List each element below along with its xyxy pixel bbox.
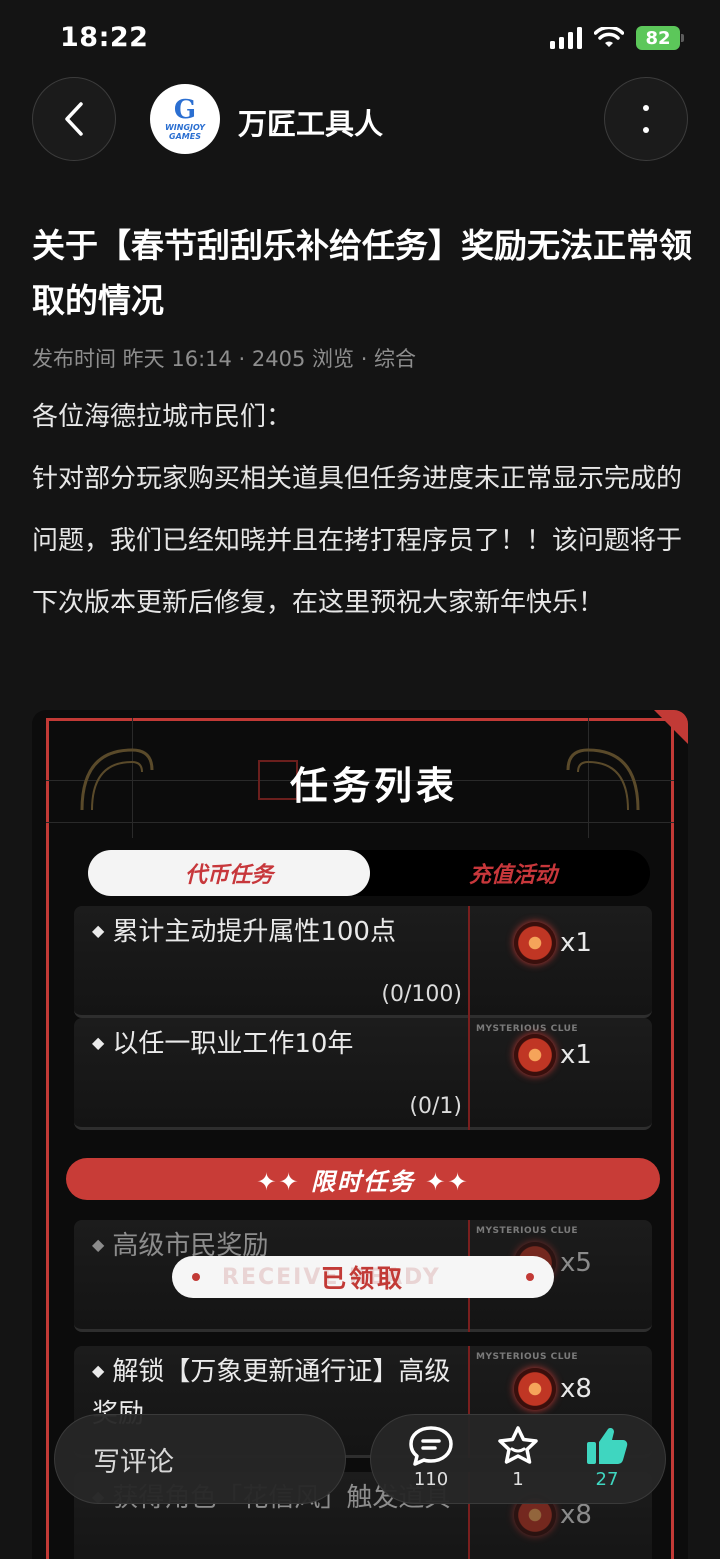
claimed-badge: RECEIVE READY 已领取 bbox=[172, 1256, 554, 1298]
reward-count: x5 bbox=[560, 1248, 592, 1278]
reward-count: x8 bbox=[560, 1374, 592, 1404]
article-body: 各位海德拉城市民们： 针对部分玩家购买相关道具但任务进度未正常显示完成的问题，我… bbox=[32, 386, 692, 634]
task-list-title: 任务列表 bbox=[290, 764, 459, 808]
article-title: 关于【春节刮刮乐补给任务】奖励无法正常领取的情况 bbox=[32, 226, 692, 320]
cellular-signal-icon bbox=[550, 27, 582, 49]
article-meta: 发布时间 昨天 16:14 · 2405 浏览 · 综合 bbox=[32, 347, 417, 371]
thumbs-up-icon bbox=[587, 1428, 628, 1464]
back-button[interactable] bbox=[32, 77, 116, 161]
article-paragraph: 针对部分玩家购买相关道具但任务进度未正常显示完成的问题，我们已经知晓并且在拷打程… bbox=[32, 464, 683, 618]
task-progress: (0/100) bbox=[381, 982, 462, 1007]
diamond-bullet-icon: ◆ bbox=[92, 921, 105, 940]
chevron-left-icon bbox=[65, 102, 83, 136]
clue-token-icon bbox=[514, 1368, 556, 1410]
comments-count: 110 bbox=[413, 1469, 449, 1490]
reward-count: x8 bbox=[560, 1500, 592, 1530]
task-row: ◆ 累计主动提升属性100点 (0/100) x1 bbox=[74, 906, 652, 1018]
favorites-count: 1 bbox=[512, 1469, 524, 1490]
clue-token-icon bbox=[514, 922, 556, 964]
status-bar: 18:22 82 bbox=[0, 0, 720, 76]
more-vertical-icon bbox=[643, 105, 649, 133]
likes-count: 27 bbox=[595, 1469, 619, 1490]
claimed-label: 已领取 bbox=[320, 1264, 405, 1293]
ornament-right-icon bbox=[566, 748, 640, 811]
clue-token-icon bbox=[514, 1034, 556, 1076]
task-name: 累计主动提升属性100点 bbox=[112, 917, 396, 947]
clue-label: MYSTERIOUS CLUE bbox=[476, 1024, 579, 1034]
comments-button[interactable]: 110 bbox=[391, 1425, 471, 1497]
author-name[interactable]: 万匠工具人 bbox=[238, 101, 383, 143]
favorite-button[interactable]: 1 bbox=[478, 1425, 558, 1497]
write-comment-input[interactable]: 写评论 bbox=[54, 1414, 346, 1504]
clue-label: MYSTERIOUS CLUE bbox=[476, 1226, 579, 1236]
reward-count: x1 bbox=[560, 928, 592, 958]
author-avatar[interactable]: G WINGJOY GAMES bbox=[150, 84, 220, 154]
battery-indicator: 82 bbox=[636, 26, 684, 50]
article-paragraph: 各位海德拉城市民们： bbox=[32, 402, 293, 432]
tab-token-tasks[interactable]: 代币任务 bbox=[88, 850, 370, 896]
status-time: 18:22 bbox=[60, 22, 149, 53]
diamond-bullet-icon: ◆ bbox=[92, 1361, 105, 1380]
ornament-left-icon bbox=[80, 748, 154, 811]
like-button[interactable]: 27 bbox=[567, 1425, 647, 1497]
nav-header: G WINGJOY GAMES 万匠工具人 bbox=[0, 76, 720, 166]
corner-decoration bbox=[654, 710, 688, 744]
diamond-bullet-icon: ◆ bbox=[92, 1033, 105, 1052]
limited-tasks-header: ✦✦ 限时任务 ✦✦ bbox=[66, 1158, 660, 1200]
wingjoy-logo-icon: G bbox=[173, 95, 197, 125]
task-row: ◆ 以任一职业工作10年 (0/1) MYSTERIOUS CLUE x1 bbox=[74, 1018, 652, 1130]
star-icon bbox=[498, 1426, 538, 1464]
task-tabs: 代币任务 充值活动 bbox=[88, 850, 650, 896]
more-options-button[interactable] bbox=[604, 77, 688, 161]
wifi-icon bbox=[594, 27, 624, 47]
clue-label: MYSTERIOUS CLUE bbox=[476, 1352, 579, 1362]
comment-bubble-icon bbox=[409, 1426, 453, 1466]
task-progress: (0/1) bbox=[409, 1094, 462, 1119]
task-name: 以任一职业工作10年 bbox=[112, 1029, 354, 1059]
tab-recharge-events[interactable]: 充值活动 bbox=[428, 850, 598, 896]
reward-count: x1 bbox=[560, 1040, 592, 1070]
diamond-bullet-icon: ◆ bbox=[92, 1235, 105, 1254]
action-bar: 110 1 27 bbox=[370, 1414, 666, 1504]
